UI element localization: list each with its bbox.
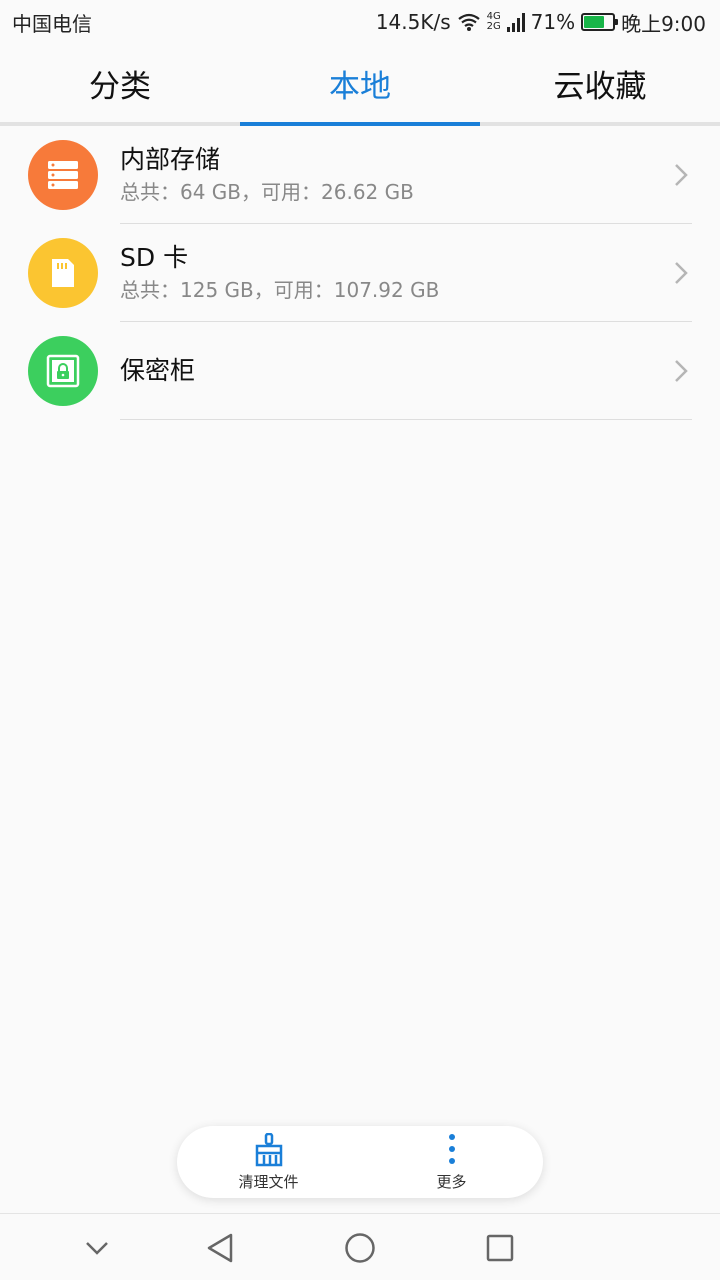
list-item-sd-card[interactable]: SD 卡 总共：125 GB，可用：107.92 GB — [0, 224, 720, 322]
nav-back-button[interactable] — [200, 1228, 240, 1268]
system-nav-bar — [0, 1213, 720, 1280]
list-item-safe[interactable]: 保密柜 — [0, 322, 720, 420]
more-button[interactable]: 更多 — [360, 1126, 543, 1198]
nav-home-button[interactable] — [340, 1228, 380, 1268]
signal-strength-icon — [506, 13, 525, 32]
tab-local[interactable]: 本地 — [240, 44, 480, 126]
clock: 晚上9:00 — [621, 11, 706, 36]
item-capacity: 总共：125 GB，可用：107.92 GB — [120, 278, 440, 302]
status-bar: 中国电信 14.5K/s 4G 2G 71% 晚上9:00 — [0, 0, 720, 44]
list-item-internal-storage[interactable]: 内部存储 总共：64 GB，可用：26.62 GB — [0, 126, 720, 224]
item-title: 内部存储 — [120, 145, 221, 174]
chevron-right-icon — [675, 262, 688, 284]
back-triangle-icon — [207, 1233, 233, 1263]
chevron-right-icon — [675, 164, 688, 186]
nav-recents-button[interactable] — [480, 1228, 520, 1268]
status-indicators: 14.5K/s 4G 2G 71% 晚上9:00 — [376, 8, 706, 37]
clean-files-label: 清理文件 — [238, 1172, 299, 1191]
home-circle-icon — [345, 1233, 375, 1263]
tab-categories[interactable]: 分类 — [0, 44, 240, 122]
item-capacity: 总共：64 GB，可用：26.62 GB — [120, 180, 414, 204]
battery-icon — [581, 13, 619, 31]
network-speed: 14.5K/s — [375, 10, 451, 34]
chevron-right-icon — [675, 360, 688, 382]
clean-files-button[interactable]: 清理文件 — [177, 1126, 360, 1198]
signal-tech-label: 4G 2G — [486, 11, 501, 32]
more-vertical-icon — [448, 1133, 455, 1164]
battery-percent: 71% — [530, 10, 576, 34]
safe-lock-icon — [28, 336, 98, 406]
item-title: SD 卡 — [120, 243, 189, 272]
broom-icon — [255, 1132, 282, 1166]
item-title: 保密柜 — [120, 356, 196, 385]
sd-card-icon — [28, 238, 98, 308]
nav-hide-button[interactable] — [77, 1228, 117, 1268]
battery-level-fill — [584, 16, 604, 28]
more-label: 更多 — [436, 1172, 467, 1191]
bottom-toolbar: 清理文件 更多 — [177, 1126, 543, 1198]
carrier-label: 中国电信 — [12, 11, 92, 36]
wifi-icon — [457, 13, 480, 31]
divider — [120, 419, 692, 420]
storage-server-icon — [28, 140, 98, 210]
recents-square-icon — [486, 1234, 514, 1262]
tab-cloud-favorites[interactable]: 云收藏 — [480, 44, 720, 122]
storage-list: 内部存储 总共：64 GB，可用：26.62 GB SD 卡 总共：125 GB… — [0, 126, 720, 420]
tab-bar: 分类 本地 云收藏 — [0, 44, 720, 126]
chevron-down-icon — [86, 1242, 108, 1255]
